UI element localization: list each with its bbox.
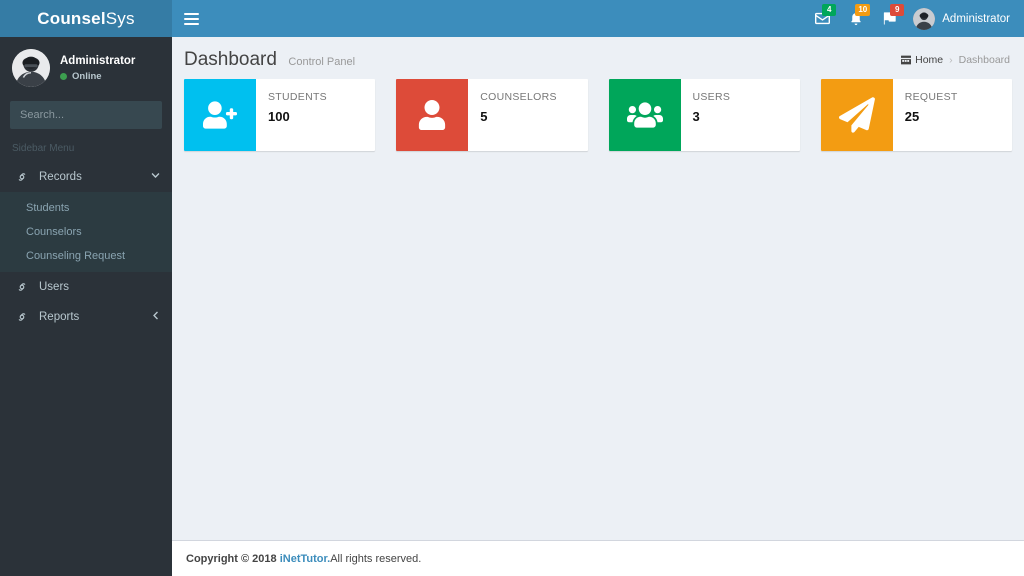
info-box-row: STUDENTS 100 COUNSELORS 5 USERS 3 REQUES…	[172, 79, 1024, 151]
messages-badge: 4	[822, 4, 837, 16]
info-box-students-label: STUDENTS	[268, 91, 327, 103]
tasks-menu-button[interactable]: 9	[873, 0, 907, 37]
sidebar-subitem-students: Students	[0, 196, 172, 220]
info-box-students-body: STUDENTS 100	[256, 79, 375, 151]
user-plus-icon	[203, 101, 237, 129]
footer-copyright: Copyright © 2018	[186, 552, 277, 565]
chevron-down-icon	[151, 171, 160, 183]
sidebar-link-students[interactable]: Students	[0, 196, 172, 220]
info-box-request-body: REQUEST 25	[893, 79, 1012, 151]
info-box-counselors[interactable]: COUNSELORS 5	[396, 79, 588, 151]
sidebar-search-form	[10, 101, 162, 129]
sidebar-label-reports: Reports	[39, 311, 80, 323]
sidebar-submenu-records: Students Counselors Counseling Request	[0, 192, 172, 272]
info-box-users-label: USERS	[692, 91, 731, 103]
sidebar-item-users: Users	[0, 272, 172, 302]
link-icon	[15, 311, 29, 323]
info-box-students-number: 100	[268, 109, 290, 124]
info-box-users-number: 3	[692, 109, 700, 124]
hamburger-icon	[183, 10, 199, 28]
messages-menu-button[interactable]: 4	[805, 0, 839, 37]
breadcrumb: Home › Dashboard	[901, 54, 1010, 66]
link-icon	[15, 281, 29, 293]
top-navbar: 4 10 9 Administrator	[172, 0, 1024, 37]
info-box-counselors-label: COUNSELORS	[480, 91, 557, 103]
info-box-request[interactable]: REQUEST 25	[820, 79, 1012, 151]
logo-bold-text: Counsel	[37, 8, 106, 28]
sidebar-link-reports[interactable]: Reports	[0, 302, 172, 332]
breadcrumb-home-link[interactable]: Home	[901, 54, 943, 66]
page-subtitle: Control Panel	[288, 56, 356, 68]
sidebar-subitem-counselors: Counselors	[0, 220, 172, 244]
sidebar-toggle-button[interactable]	[172, 0, 210, 37]
breadcrumb-separator: ›	[949, 54, 953, 66]
navbar-username: Administrator	[942, 12, 1010, 25]
sidebar-link-counselors[interactable]: Counselors	[0, 220, 172, 244]
navbar-avatar	[913, 7, 936, 30]
online-status-icon	[60, 72, 67, 80]
info-box-users-icon-wrap	[608, 79, 681, 151]
footer-rights: All rights reserved.	[330, 552, 422, 565]
sidebar-item-records: Records Students Counselors Counseling R…	[0, 162, 172, 272]
main-header: Counsel Sys 4 10 9 Administrator	[0, 0, 1024, 37]
link-icon	[15, 171, 29, 183]
info-box-counselors-icon-wrap	[396, 79, 469, 151]
sidebar-username: Administrator	[60, 54, 136, 67]
main-footer: Copyright © 2018 iNetTutor. All rights r…	[172, 540, 1024, 576]
sidebar-avatar	[12, 49, 50, 87]
breadcrumb-current: Dashboard	[958, 54, 1010, 66]
user-icon	[419, 100, 446, 130]
app-logo[interactable]: Counsel Sys	[0, 0, 172, 37]
footer-link[interactable]: iNetTutor.	[280, 553, 331, 565]
notifications-menu-button[interactable]: 10	[839, 0, 873, 37]
logo-light-text: Sys	[105, 8, 135, 28]
content-header: Dashboard Control Panel Home › Dashboard	[172, 37, 1024, 79]
paper-plane-icon	[838, 97, 875, 133]
user-menu-button[interactable]: Administrator	[907, 0, 1018, 37]
notifications-badge: 10	[855, 4, 871, 16]
sidebar-subitem-counseling-request: Counseling Request	[0, 244, 172, 268]
info-box-users[interactable]: USERS 3	[608, 79, 800, 151]
info-box-counselors-body: COUNSELORS 5	[468, 79, 587, 151]
sidebar-menu: Records Students Counselors Counseling R…	[0, 162, 172, 332]
navbar-right-menu: 4 10 9 Administrator	[805, 0, 1024, 37]
search-input[interactable]	[10, 109, 162, 121]
content-wrapper: Dashboard Control Panel Home › Dashboard	[172, 37, 1024, 576]
sidebar-label-records: Records	[39, 171, 82, 183]
tasks-badge: 9	[890, 4, 905, 16]
sidebar-link-users[interactable]: Users	[0, 272, 172, 302]
info-box-students-icon-wrap	[184, 79, 256, 151]
info-box-request-icon-wrap	[820, 79, 893, 151]
sidebar-link-records[interactable]: Records	[0, 162, 172, 192]
sidebar-status-label: Online	[72, 70, 102, 82]
sidebar-link-counseling-request[interactable]: Counseling Request	[0, 244, 172, 268]
info-box-request-number: 25	[904, 109, 920, 124]
info-box-counselors-number: 5	[480, 109, 488, 124]
sidebar-menu-header: Sidebar Menu	[12, 143, 75, 154]
dashboard-icon	[901, 55, 912, 65]
page-title: Dashboard	[184, 49, 277, 70]
sidebar-label-users: Users	[39, 281, 70, 293]
sidebar-user-panel: Administrator Online	[0, 37, 172, 99]
sidebar: Administrator Online Sidebar Menu	[0, 37, 172, 576]
admin-dashboard-page: Counsel Sys 4 10 9 Administrator Adminis…	[0, 0, 1024, 576]
users-icon	[626, 102, 663, 128]
chevron-left-icon	[151, 311, 160, 323]
info-box-request-label: REQUEST	[904, 91, 958, 103]
breadcrumb-home-label: Home	[915, 54, 944, 66]
sidebar-user-info: Administrator Online	[60, 55, 135, 82]
info-box-users-body: USERS 3	[681, 79, 800, 151]
sidebar-item-reports: Reports	[0, 302, 172, 332]
info-box-students[interactable]: STUDENTS 100	[184, 79, 376, 151]
sidebar-user-status: Online	[60, 71, 135, 82]
